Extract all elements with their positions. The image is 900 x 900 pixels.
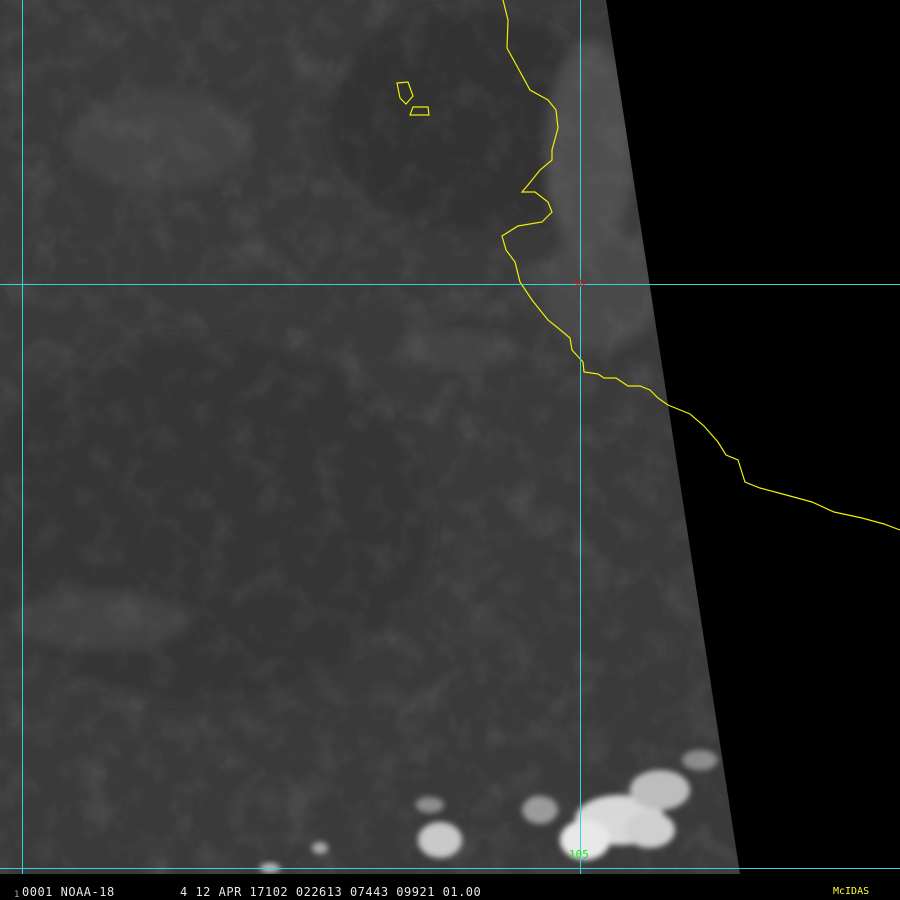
satellite-image (0, 0, 900, 900)
longitude-label: 105 (569, 848, 589, 861)
image-datetime-info: 4 12 APR 17102 022613 07443 09921 01.00 (180, 885, 482, 899)
satellite-id: 0001 NOAA-18 (22, 885, 115, 899)
latitude-label: 30 (572, 277, 586, 290)
satellite-image-viewer[interactable]: 1 0001 NOAA-18 4 12 APR 17102 022613 074… (0, 0, 900, 900)
frame-number: 1 (14, 890, 20, 900)
mcidas-brand: McIDAS (833, 886, 870, 897)
